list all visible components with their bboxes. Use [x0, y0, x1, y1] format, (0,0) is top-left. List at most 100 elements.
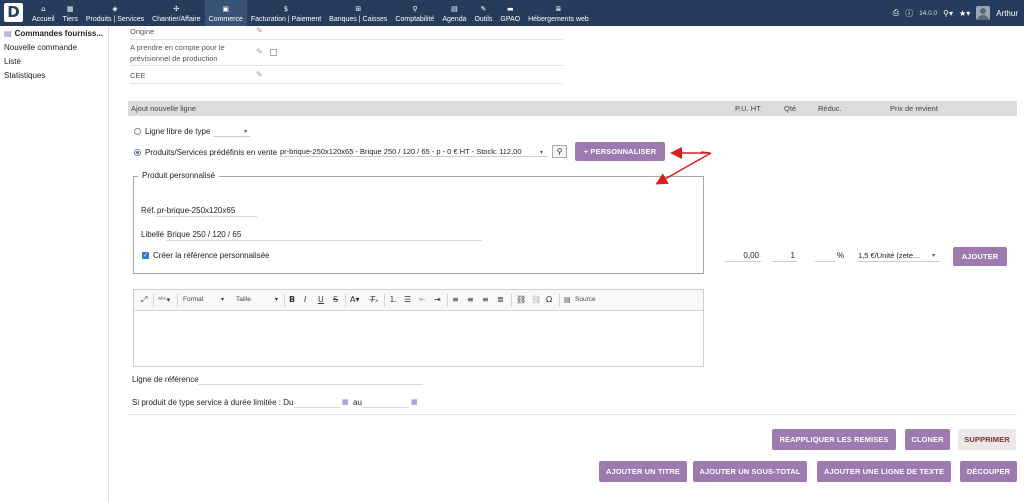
delete-button[interactable]: SUPPRIMER [958, 429, 1016, 450]
chevron-down-icon: ▾ [932, 252, 936, 259]
menu-tiers[interactable]: ▦ Tiers [59, 0, 82, 26]
italic-icon[interactable]: I [304, 295, 306, 305]
add-text-line-button[interactable]: AJOUTER UNE LIGNE DE TEXTE [817, 461, 951, 482]
ref-input[interactable]: pr-brique-250x120x65 [156, 205, 257, 217]
source-button[interactable]: Source [575, 296, 596, 303]
user-name[interactable]: Arthur [996, 9, 1018, 18]
sidebar-title[interactable]: ▤ Commandes fourniss... [4, 29, 103, 38]
tiers-icon: ▦ [66, 5, 74, 13]
menu-outils[interactable]: ✎ Outils [470, 0, 496, 26]
menu-chantier-affaire-label: Chantier/Affaire [152, 16, 201, 23]
previsionnel-checkbox[interactable] [270, 49, 277, 56]
ref-line-input[interactable] [198, 373, 423, 385]
field-label-previsionnel: A prendre en compte pour le prévisionnel… [130, 43, 225, 63]
edit-pencil-icon[interactable]: ✎ [256, 26, 263, 35]
special-char-icon[interactable]: Ω [546, 295, 552, 305]
align-right-icon[interactable]: ≡ [482, 295, 489, 305]
comptabilite-icon: ⚲ [412, 5, 418, 13]
personalize-button[interactable]: + PERSONNALISER [575, 142, 665, 161]
col-prix-revient: Prix de revient [890, 104, 938, 113]
menu-agenda[interactable]: ▤ Agenda [438, 0, 470, 26]
predefined-product-radio[interactable] [134, 149, 141, 156]
label-input[interactable]: Brique 250 / 120 / 65 [166, 229, 482, 241]
clear-format-icon[interactable]: T̶ₓ [370, 295, 378, 305]
menu-facturation-paiement[interactable]: $ Facturation | Paiement [247, 0, 325, 26]
dolibarr-logo[interactable]: D [4, 3, 23, 22]
menu-commerce[interactable]: ▣ Commerce [204, 0, 247, 26]
unlink-icon[interactable]: ⛓ [531, 295, 541, 305]
sidebar-item-liste[interactable]: Liste [4, 57, 21, 66]
menu-comptabilite[interactable]: ⚲ Comptabilité [391, 0, 438, 26]
reapply-discounts-button[interactable]: RÉAPPLIQUER LES REMISES [772, 429, 896, 450]
menu-banques-caisses[interactable]: ⊞ Banques | Caisses [325, 0, 391, 26]
menu-gpao[interactable]: ▬ GPAO [496, 0, 524, 26]
menu-accueil-label: Accueil [32, 16, 55, 23]
maximize-icon[interactable]: ⤢ [141, 295, 147, 305]
text-color-icon[interactable]: A▾ [350, 295, 360, 305]
spellcheck-icon[interactable]: ᴬᵇᶜ▾ [158, 295, 170, 305]
align-left-icon[interactable]: ≡ [452, 295, 459, 305]
date-start-input[interactable] [294, 396, 340, 408]
search-icon[interactable]: ⚲ [552, 145, 567, 158]
numbered-list-icon[interactable]: ⒈ [389, 295, 397, 305]
bookmark-star-icon[interactable]: ★▾ [959, 9, 970, 18]
menu-comptabilite-label: Comptabilité [395, 16, 435, 23]
info-icon[interactable]: ⓘ [905, 8, 913, 19]
align-justify-icon[interactable]: ≣ [497, 295, 504, 305]
indent-icon[interactable]: ⇥ [434, 295, 441, 305]
document-icon: ▤ [4, 29, 12, 38]
source-icon[interactable]: ▤ [564, 295, 571, 305]
reduc-input[interactable] [815, 250, 835, 262]
print-icon[interactable]: ⎙ [893, 8, 899, 18]
underline-icon[interactable]: U [318, 295, 324, 305]
search-icon[interactable]: ⚲▾ [943, 9, 953, 18]
create-ref-checkbox[interactable]: ✓ [142, 252, 149, 259]
bulleted-list-icon[interactable]: ☰ [404, 295, 411, 305]
outdent-icon[interactable]: ⇤ [419, 295, 426, 305]
clone-button[interactable]: CLONER [905, 429, 950, 450]
main-content: Origine ✎ A prendre en compte pour le pr… [110, 26, 1024, 501]
chevron-down-icon: ▾ [221, 296, 225, 303]
sidebar-item-nouvelle-commande[interactable]: Nouvelle commande [4, 43, 77, 52]
predefined-product-select[interactable]: pr-brique-250x120x65 - Brique 250 / 120 … [280, 147, 548, 157]
agenda-icon: ▤ [451, 5, 458, 13]
field-row-cee: CEE ✎ [130, 66, 563, 84]
calendar-icon[interactable]: ▦ [342, 397, 349, 407]
link-icon[interactable]: ⛓ [516, 295, 526, 305]
calendar-icon[interactable]: ▦ [411, 397, 418, 407]
menu-tiers-label: Tiers [62, 16, 78, 23]
au-label: au [353, 398, 362, 407]
prix-revient-select[interactable]: 1,5 €/Unité (zete... [858, 250, 940, 262]
menu-produits-services[interactable]: ◈ Produits | Services [82, 0, 148, 26]
edit-pencil-icon[interactable]: ✎ [256, 70, 263, 79]
date-end-input[interactable] [363, 396, 409, 408]
edit-pencil-icon[interactable]: ✎ [256, 47, 263, 56]
avatar[interactable] [976, 6, 991, 20]
facturation-paiement-icon: $ [283, 5, 289, 13]
add-line-button[interactable]: AJOUTER [953, 247, 1007, 266]
chevron-down-icon: ▾ [275, 296, 279, 303]
format-dropdown[interactable]: Format [183, 296, 204, 303]
main-menu: ⌂ Accueil ▦ Tiers ◈ Produits | Services ✣ Chant… [28, 0, 593, 26]
size-dropdown[interactable]: Taille [236, 296, 251, 303]
free-line-radio[interactable] [134, 128, 141, 135]
add-subtotal-button[interactable]: AJOUTER UN SOUS-TOTAL [693, 461, 807, 482]
editor-toolbar: ⤢ ᴬᵇᶜ▾ Format ▾ Taille ▾ B I U S A▾ T̶ₓ … [134, 290, 703, 311]
sidebar-item-statistiques[interactable]: Statistiques [4, 71, 45, 80]
free-line-label: Ligne libre de type [145, 127, 211, 136]
left-sidebar: ▤ Commandes fourniss... Nouvelle command… [0, 26, 109, 501]
ref-label: Réf. [141, 206, 156, 215]
bold-icon[interactable]: B [289, 295, 295, 305]
strikethrough-icon[interactable]: S [333, 295, 338, 305]
divider [128, 414, 1017, 415]
menu-chantier-affaire[interactable]: ✣ Chantier/Affaire [148, 0, 205, 26]
menu-accueil[interactable]: ⌂ Accueil [28, 0, 59, 26]
menu-hebergements-web[interactable]: ≣ Hébergements web [524, 0, 593, 26]
qte-input[interactable]: 1 [772, 250, 797, 262]
split-button[interactable]: DÉCOUPER [960, 461, 1017, 482]
align-center-icon[interactable]: ≡ [467, 295, 474, 305]
field-label-origine: Origine [130, 27, 155, 36]
pu-ht-input[interactable]: 0,00 [725, 250, 761, 262]
outils-icon: ✎ [480, 5, 487, 13]
add-title-button[interactable]: AJOUTER UN TITRE [599, 461, 687, 482]
